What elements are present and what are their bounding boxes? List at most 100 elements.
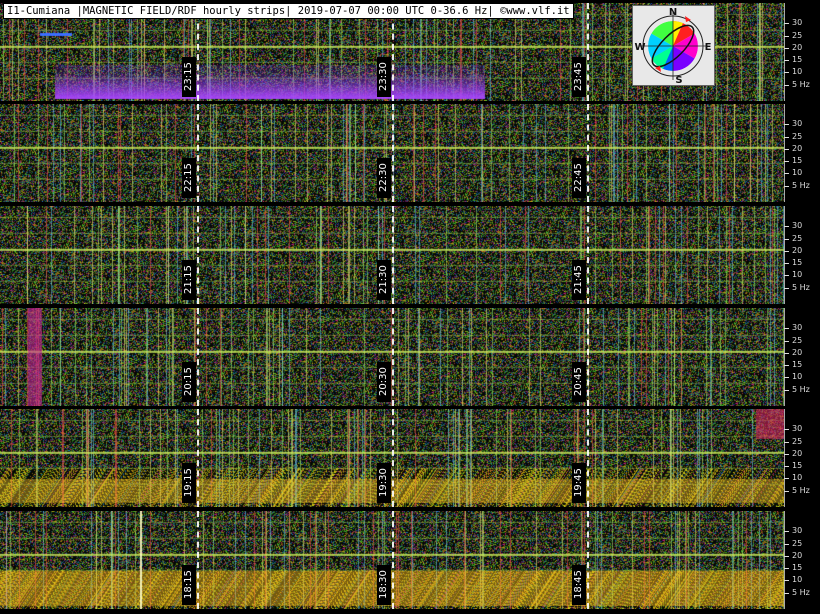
quarter-hour-marker: [392, 308, 394, 406]
scale-tick: [784, 238, 789, 240]
time-tick-label: 21:15: [182, 260, 196, 300]
scale-tick: [784, 161, 789, 163]
frequency-label: 30: [792, 119, 803, 129]
frequency-label: 30: [792, 18, 803, 28]
quarter-hour-marker: [197, 511, 199, 609]
compass-west-label: W: [634, 42, 645, 53]
quarter-hour-marker: [197, 104, 199, 202]
frequency-label: 25: [792, 436, 803, 446]
scale-tick: [784, 478, 789, 480]
hourly-strip: 18:15 18:30 18:45: [0, 511, 784, 609]
frequency-scale: 30 25 20 15 10 5 Hz: [784, 3, 820, 101]
scale-tick: [784, 555, 789, 557]
quarter-hour-marker: [587, 409, 589, 507]
time-tick-label: 22:45: [572, 158, 586, 198]
scale-tick: [784, 124, 789, 126]
scale-tick: [784, 466, 789, 468]
frequency-label: 10: [792, 168, 803, 178]
scale-tick: [784, 453, 789, 455]
time-tick-label: 23:45: [572, 57, 586, 97]
frequency-label: 30: [792, 221, 803, 231]
frequency-label: 5 Hz: [792, 180, 810, 190]
scale-tick: [784, 441, 789, 443]
scale-axis-line: [784, 104, 785, 202]
quarter-hour-marker: [587, 206, 589, 304]
frequency-label: 10: [792, 473, 803, 483]
scale-tick: [784, 490, 789, 492]
scale-axis-line: [784, 3, 785, 101]
quarter-hour-marker: [587, 3, 589, 101]
scale-tick: [784, 250, 789, 252]
frequency-scale: 30 25 20 15 10 5 Hz: [784, 511, 820, 609]
frequency-label: 30: [792, 424, 803, 434]
compass-south-label: S: [675, 75, 682, 85]
scale-tick: [784, 173, 789, 175]
quarter-hour-marker: [587, 308, 589, 406]
frequency-scale: 30 25 20 15 10 5 Hz: [784, 409, 820, 507]
quarter-hour-marker: [197, 308, 199, 406]
quarter-hour-marker: [392, 206, 394, 304]
scale-axis-line: [784, 409, 785, 507]
scale-tick: [784, 23, 789, 25]
time-tick-label: 19:15: [182, 463, 196, 503]
compass-north-label: N: [669, 7, 677, 18]
frequency-scale: 30 25 20 15 10 5 Hz: [784, 104, 820, 202]
frequency-label: 20: [792, 42, 803, 52]
frequency-label: 5 Hz: [792, 282, 810, 292]
frequency-label: 5 Hz: [792, 587, 810, 597]
time-tick-label: 22:15: [182, 158, 196, 198]
quarter-hour-marker: [392, 104, 394, 202]
frequency-label: 5 Hz: [792, 384, 810, 394]
quarter-hour-marker: [587, 104, 589, 202]
quarter-hour-marker: [197, 409, 199, 507]
scale-tick: [784, 35, 789, 37]
time-tick-label: 18:30: [377, 565, 391, 605]
scale-tick: [784, 60, 789, 62]
time-tick-label: 23:30: [377, 57, 391, 97]
time-tick-label: 19:30: [377, 463, 391, 503]
frequency-label: 20: [792, 143, 803, 153]
frequency-label: 20: [792, 448, 803, 458]
scale-tick: [784, 365, 789, 367]
frequency-label: 25: [792, 131, 803, 141]
scale-tick: [784, 352, 789, 354]
compass-rose-icon: N E S W: [632, 5, 715, 86]
scale-tick: [784, 568, 789, 570]
scale-tick: [784, 136, 789, 138]
quarter-hour-marker: [392, 409, 394, 507]
scale-tick: [784, 389, 789, 391]
scale-tick: [784, 429, 789, 431]
scale-axis-line: [784, 308, 785, 406]
scale-tick: [784, 592, 789, 594]
frequency-label: 15: [792, 156, 803, 166]
frequency-label: 15: [792, 360, 803, 370]
frequency-label: 15: [792, 258, 803, 268]
frequency-label: 10: [792, 270, 803, 280]
time-tick-label: 18:15: [182, 565, 196, 605]
compass-east-label: E: [705, 42, 712, 53]
scale-tick: [784, 328, 789, 330]
scale-tick: [784, 377, 789, 379]
frequency-label: 30: [792, 526, 803, 536]
frequency-label: 10: [792, 372, 803, 382]
scale-tick: [784, 226, 789, 228]
frequency-label: 5 Hz: [792, 79, 810, 89]
frequency-label: 20: [792, 550, 803, 560]
scale-tick: [784, 340, 789, 342]
page-title: I1-Cumiana |MAGNETIC FIELD/RDF hourly st…: [3, 3, 574, 19]
time-tick-label: 20:45: [572, 362, 586, 402]
scale-tick: [784, 275, 789, 277]
scale-axis-line: [784, 511, 785, 609]
frequency-label: 20: [792, 347, 803, 357]
scale-tick: [784, 263, 789, 265]
scale-tick: [784, 287, 789, 289]
time-tick-label: 19:45: [572, 463, 586, 503]
spectrogram-stage: 23:15 23:30 23:45 22:15 22:30 22:45 21:15 21:30…: [0, 0, 820, 614]
hourly-strip: 22:15 22:30 22:45: [0, 104, 784, 202]
frequency-label: 25: [792, 233, 803, 243]
hourly-strip: 21:15 21:30 21:45: [0, 206, 784, 304]
scale-tick: [784, 580, 789, 582]
frequency-label: 15: [792, 461, 803, 471]
hourly-strip: 19:15 19:30 19:45: [0, 409, 784, 507]
time-tick-label: 22:30: [377, 158, 391, 198]
